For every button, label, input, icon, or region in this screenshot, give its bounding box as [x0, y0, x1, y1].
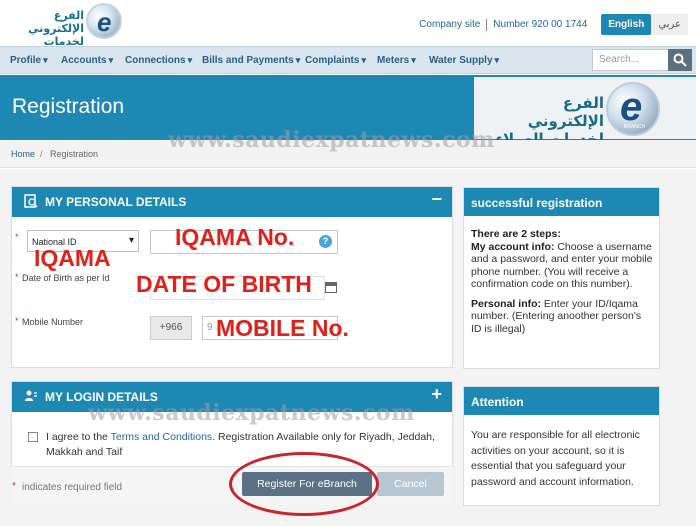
successful-registration-title: successful registration: [471, 196, 603, 210]
country-code-prefix: +966: [150, 316, 192, 340]
id-card-icon: [24, 194, 38, 208]
required-marker: *: [12, 481, 16, 492]
language-english-button[interactable]: English: [601, 14, 652, 35]
steps-intro: There are 2 steps:: [471, 228, 561, 240]
personal-details-title: MY PERSONAL DETAILS: [45, 195, 187, 209]
nav-connections[interactable]: Connections: [125, 55, 192, 66]
personal-details-header[interactable]: MY PERSONAL DETAILS −: [12, 187, 452, 217]
collapse-icon[interactable]: −: [431, 189, 442, 210]
banner-logo: الفرع الإلكتروني لخدمات العملاء e BRANCH: [474, 77, 696, 148]
divider: [486, 18, 488, 31]
nav-water-supply[interactable]: Water Supply: [429, 55, 499, 66]
cancel-button[interactable]: Cancel: [377, 472, 444, 496]
nav-complaints[interactable]: Complaints: [305, 55, 366, 66]
logo-e-icon: e: [86, 3, 122, 39]
expand-icon[interactable]: +: [431, 384, 442, 405]
logo-letter: e: [97, 7, 112, 37]
logo-line-1: الفرع الإلكتروني: [28, 9, 84, 35]
company-site-link[interactable]: Company site: [419, 19, 480, 30]
watermark-bottom: www.saudiexpatnews.com: [88, 400, 415, 426]
top-links: Company site Number 920 00 1744 English …: [419, 14, 688, 35]
banner-logo-line-1: الفرع الإلكتروني: [527, 94, 604, 130]
main-nav: Profile Accounts Connections Bills and P…: [0, 46, 696, 74]
dob-label: Date of Birth as per Id: [22, 273, 110, 283]
help-icon[interactable]: ?: [319, 235, 332, 248]
successful-registration-header: successful registration: [464, 188, 659, 216]
required-field-note: indicates required field: [22, 482, 123, 493]
banner-e-icon: e BRANCH: [606, 82, 660, 136]
required-marker: *: [15, 232, 19, 242]
ebranch-logo[interactable]: الفرع الإلكتروني لخدمات العملاء e: [6, 3, 122, 61]
iqama-number-annotation: IQAMA No.: [175, 224, 295, 250]
breadcrumb-current: Registration: [50, 149, 99, 159]
attention-header: Attention: [464, 387, 659, 415]
user-list-icon: [25, 390, 37, 401]
watermark-top: www.saudiexpatnews.com: [168, 127, 495, 153]
banner-logo-caption: BRANCH: [624, 124, 646, 130]
attention-title: Attention: [471, 395, 524, 409]
required-marker: *: [15, 316, 19, 326]
search-icon: [673, 53, 687, 67]
nav-meters[interactable]: Meters: [377, 55, 416, 66]
step2-label: Personal info:: [471, 297, 542, 310]
search-input[interactable]: Search...: [592, 49, 670, 71]
mobile-number-annotation: MOBILE No.: [216, 315, 349, 341]
nav-accounts[interactable]: Accounts: [61, 55, 113, 66]
iqama-annotation: IQAMA: [34, 245, 111, 271]
page-title: Registration: [12, 95, 125, 118]
top-header: الفرع الإلكتروني لخدمات العملاء e Compan…: [0, 0, 696, 61]
breadcrumb-separator: /: [40, 149, 43, 159]
nav-profile[interactable]: Profile: [10, 55, 48, 66]
terms-checkbox[interactable]: [28, 432, 38, 442]
registration-steps: There are 2 steps: My account info: Choo…: [471, 228, 654, 335]
date-of-birth-annotation: DATE OF BIRTH: [136, 271, 312, 297]
nav-bills-and-payments[interactable]: Bills and Payments: [202, 55, 300, 66]
search-button[interactable]: [668, 49, 692, 71]
highlight-circle: [229, 452, 379, 516]
terms-text: I agree to the Terms and Conditions. Reg…: [46, 430, 446, 460]
breadcrumb-home[interactable]: Home: [11, 149, 35, 159]
required-marker: *: [15, 272, 19, 282]
phone-number: Number 920 00 1744: [493, 19, 588, 30]
attention-text: You are responsible for all electronic a…: [471, 429, 640, 488]
language-arabic-button[interactable]: عربي: [651, 14, 688, 35]
mobile-label: Mobile Number: [22, 317, 84, 327]
terms-link[interactable]: Terms and Conditions.: [111, 431, 215, 443]
step1-label: My account info:: [471, 240, 555, 253]
terms-prefix: I agree to the: [46, 431, 111, 443]
calendar-icon[interactable]: [325, 282, 337, 293]
